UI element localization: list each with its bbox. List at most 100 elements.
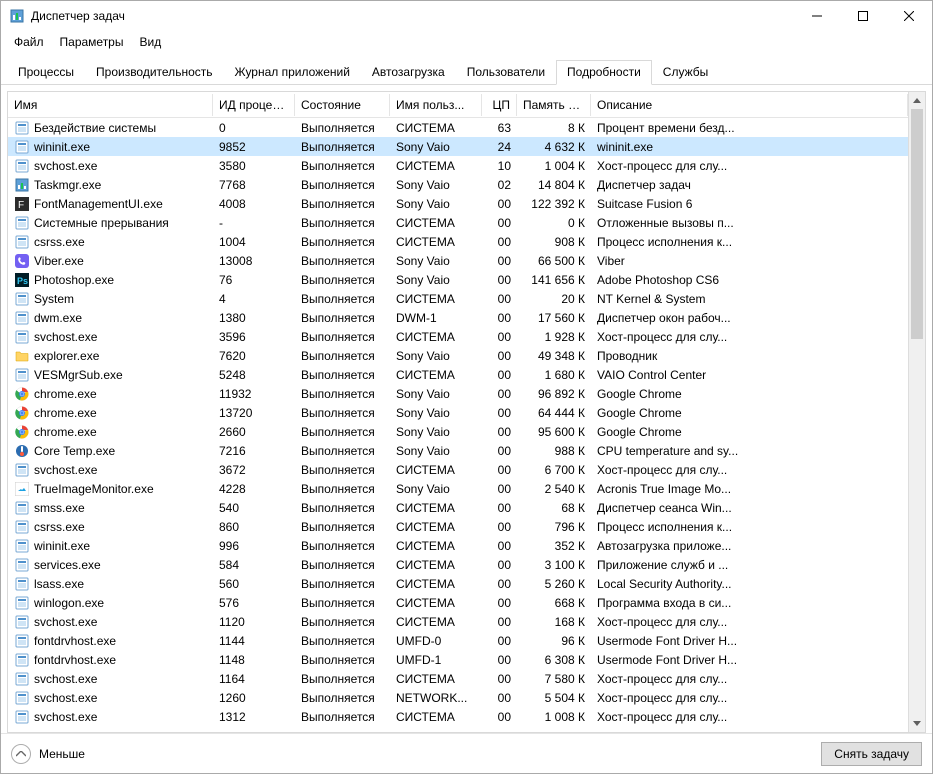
process-icon [14, 158, 30, 174]
process-icon [14, 329, 30, 345]
cell-name: TrueImageMonitor.exe [34, 482, 154, 496]
cell-name: services.exe [34, 558, 101, 572]
cell-name: Photoshop.exe [34, 273, 114, 287]
process-icon [14, 215, 30, 231]
header-cpu[interactable]: ЦП [482, 94, 517, 116]
tab-1[interactable]: Производительность [85, 60, 223, 85]
cell-name: VESMgrSub.exe [34, 368, 123, 382]
process-icon [14, 595, 30, 611]
cell-user: СИСТЕМА [390, 706, 482, 728]
tab-0[interactable]: Процессы [7, 60, 85, 85]
header-name[interactable]: Имя [8, 94, 213, 116]
process-icon [14, 405, 30, 421]
cell-name: svchost.exe [34, 330, 97, 344]
cell-name: chrome.exe [34, 425, 97, 439]
process-icon [14, 519, 30, 535]
cell-desc: Хост-процесс для слу... [591, 706, 908, 728]
header-mem[interactable]: Память (ч... [517, 94, 591, 116]
header-pid[interactable]: ИД процес... [213, 94, 295, 116]
fewer-details-toggle[interactable]: Меньше [11, 744, 821, 764]
cell-name: svchost.exe [34, 710, 97, 724]
tab-5[interactable]: Подробности [556, 60, 652, 85]
process-icon: Ps [14, 272, 30, 288]
menu-view[interactable]: Вид [132, 33, 168, 51]
process-icon [14, 253, 30, 269]
cell-name: explorer.exe [34, 349, 99, 363]
cell-mem: 1 008 К [517, 706, 591, 728]
cell-name: csrss.exe [34, 235, 85, 249]
svg-text:F: F [18, 200, 24, 211]
process-icon [14, 709, 30, 725]
process-icon [14, 652, 30, 668]
process-icon [14, 310, 30, 326]
tab-4[interactable]: Пользователи [456, 60, 556, 85]
process-icon [14, 671, 30, 687]
process-icon [14, 139, 30, 155]
process-icon [14, 234, 30, 250]
cell-name: svchost.exe [34, 615, 97, 629]
tab-6[interactable]: Службы [652, 60, 719, 85]
window-title: Диспетчер задач [31, 9, 794, 23]
process-icon [14, 557, 30, 573]
close-button[interactable] [886, 1, 932, 31]
footer: Меньше Снять задачу [1, 733, 932, 773]
cell-name: Taskmgr.exe [34, 178, 101, 192]
vertical-scrollbar[interactable] [908, 92, 925, 732]
scroll-track[interactable] [909, 109, 925, 715]
header-desc[interactable]: Описание [591, 94, 908, 116]
menu-file[interactable]: Файл [7, 33, 51, 51]
cell-cpu: 00 [482, 706, 517, 728]
cell-name: fontdrvhost.exe [34, 653, 116, 667]
table-row[interactable]: svchost.exe 1312ВыполняетсяСИСТЕМА001 008… [8, 707, 908, 726]
process-icon [14, 462, 30, 478]
process-icon [14, 386, 30, 402]
cell-name: fontdrvhost.exe [34, 634, 116, 648]
cell-name: svchost.exe [34, 691, 97, 705]
tabs-row: ПроцессыПроизводительностьЖурнал приложе… [1, 53, 932, 85]
process-icon [14, 291, 30, 307]
menu-bar: Файл Параметры Вид [1, 31, 932, 53]
cell-state: Выполняется [295, 706, 390, 728]
process-icon [14, 576, 30, 592]
cell-name: winlogon.exe [34, 596, 104, 610]
process-icon [14, 367, 30, 383]
scroll-thumb[interactable] [911, 109, 923, 339]
table-header-row: Имя ИД процес... Состояние Имя польз... … [8, 92, 908, 118]
tab-3[interactable]: Автозагрузка [361, 60, 456, 85]
cell-pid: 1312 [213, 706, 295, 728]
process-table: Имя ИД процес... Состояние Имя польз... … [7, 91, 926, 733]
process-icon [14, 614, 30, 630]
process-icon [14, 443, 30, 459]
cell-name: Системные прерывания [34, 216, 169, 230]
menu-options[interactable]: Параметры [53, 33, 131, 51]
scroll-down-icon[interactable] [909, 715, 925, 732]
cell-name: wininit.exe [34, 539, 90, 553]
cell-name: csrss.exe [34, 520, 85, 534]
minimize-button[interactable] [794, 1, 840, 31]
scroll-up-icon[interactable] [909, 92, 925, 109]
cell-name: Бездействие системы [34, 121, 156, 135]
process-icon [14, 120, 30, 136]
process-icon [14, 633, 30, 649]
process-icon [14, 481, 30, 497]
header-user[interactable]: Имя польз... [390, 94, 482, 116]
cell-name: FontManagementUI.exe [34, 197, 163, 211]
content-area: Имя ИД процес... Состояние Имя польз... … [1, 85, 932, 733]
chevron-up-icon [11, 744, 31, 764]
end-task-button[interactable]: Снять задачу [821, 742, 922, 766]
process-icon: F [14, 196, 30, 212]
cell-name: wininit.exe [34, 140, 90, 154]
cell-name: svchost.exe [34, 672, 97, 686]
cell-name: chrome.exe [34, 387, 97, 401]
fewer-details-label: Меньше [39, 747, 85, 761]
svg-text:Ps: Ps [17, 276, 28, 286]
process-icon [14, 690, 30, 706]
cell-name: lsass.exe [34, 577, 84, 591]
tab-2[interactable]: Журнал приложений [224, 60, 361, 85]
cell-name: smss.exe [34, 501, 85, 515]
process-icon [14, 348, 30, 364]
header-state[interactable]: Состояние [295, 94, 390, 116]
cell-name: svchost.exe [34, 463, 97, 477]
maximize-button[interactable] [840, 1, 886, 31]
cell-name: Viber.exe [34, 254, 84, 268]
